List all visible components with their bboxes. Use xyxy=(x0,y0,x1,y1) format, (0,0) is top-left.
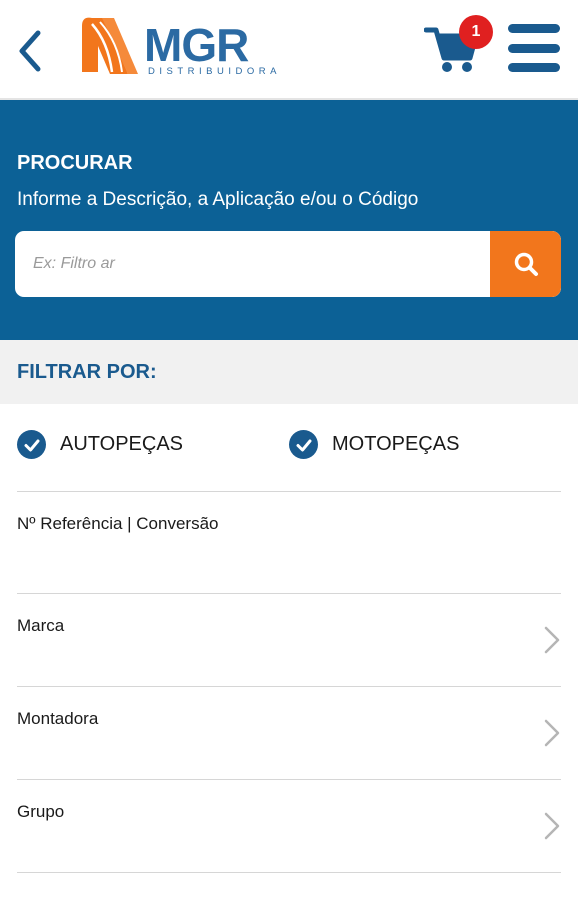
logo-brand-text: MGR xyxy=(144,19,249,71)
chevron-left-icon xyxy=(19,30,41,72)
filter-title: FILTRAR POR: xyxy=(17,361,157,383)
chevron-right-icon xyxy=(544,719,560,747)
logo-tagline: DISTRIBUIDORA xyxy=(148,66,281,77)
checkmark-icon xyxy=(17,430,46,459)
chevron-right-icon xyxy=(544,626,560,654)
chevron-right-icon xyxy=(544,812,560,840)
mgr-logo[interactable]: MGR DISTRIBUIDORA xyxy=(78,12,293,78)
logo-mark-icon xyxy=(82,17,138,74)
category-checkboxes: AUTOPEÇAS MOTOPEÇAS xyxy=(0,404,578,492)
menu-bar xyxy=(508,24,560,33)
divider xyxy=(17,872,561,873)
search-title: PROCURAR xyxy=(17,152,133,174)
search-icon xyxy=(514,252,538,276)
app-header: MGR DISTRIBUIDORA 1 xyxy=(0,0,578,100)
search-input[interactable] xyxy=(15,231,490,297)
checkbox-label: AUTOPEÇAS xyxy=(60,433,183,455)
checkmark-icon xyxy=(289,430,318,459)
search-button[interactable] xyxy=(490,231,561,297)
filter-row-label: Grupo xyxy=(17,802,65,821)
checkbox-motopecas[interactable]: MOTOPEÇAS xyxy=(289,430,459,459)
filter-row-label: Montadora xyxy=(17,709,99,728)
back-button[interactable] xyxy=(10,24,50,78)
search-section: PROCURAR Informe a Descrição, a Aplicaçã… xyxy=(0,100,578,340)
search-box xyxy=(15,231,561,297)
filter-row-marca[interactable]: Marca xyxy=(0,594,578,686)
menu-bar xyxy=(508,43,560,53)
checkbox-autopecas[interactable]: AUTOPEÇAS xyxy=(17,430,183,459)
filter-row-label: Nº Referência | Conversão xyxy=(17,514,219,533)
menu-bar xyxy=(508,63,560,72)
filter-row-label: Marca xyxy=(17,616,65,635)
hamburger-menu-button[interactable] xyxy=(508,24,560,72)
cart-count-badge: 1 xyxy=(459,15,493,49)
filter-row-montadora[interactable]: Montadora xyxy=(0,687,578,779)
filter-row-referencia[interactable]: Nº Referência | Conversão xyxy=(0,492,578,593)
search-subtitle: Informe a Descrição, a Aplicação e/ou o … xyxy=(17,189,419,210)
filter-header: FILTRAR POR: xyxy=(0,340,578,404)
checkbox-label: MOTOPEÇAS xyxy=(332,433,460,455)
filter-row-grupo[interactable]: Grupo xyxy=(0,780,578,872)
